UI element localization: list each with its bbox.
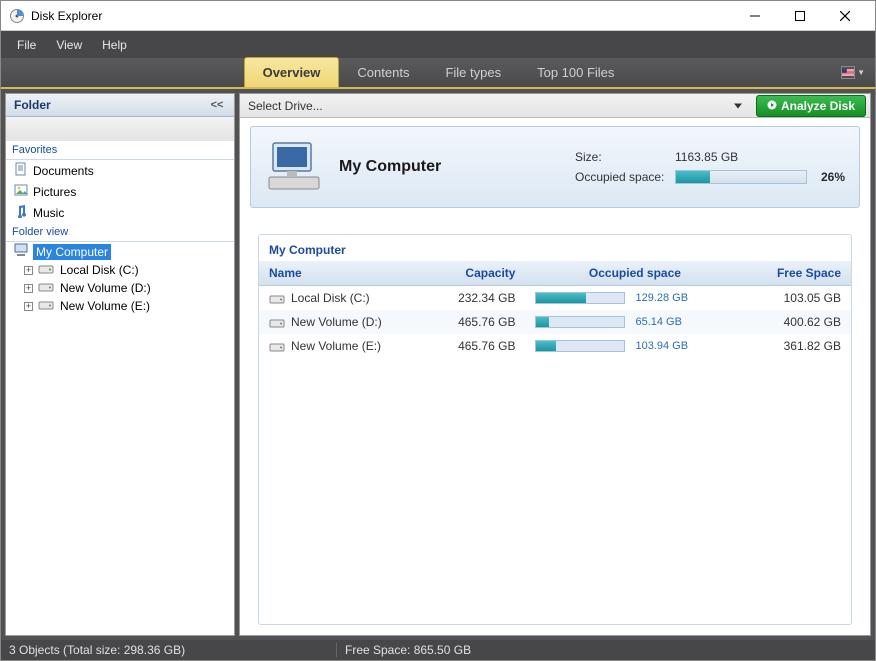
tree-d-label: New Volume (D:) [57,280,154,296]
tab-filetypes[interactable]: File types [427,58,519,87]
table-title: My Computer [259,235,851,261]
close-button[interactable] [822,2,867,30]
status-free: Free Space: 865.50 GB [336,643,479,657]
col-free[interactable]: Free Space [744,261,851,286]
col-occupied[interactable]: Occupied space [525,261,744,286]
select-drive-dropdown[interactable]: Select Drive... [240,99,752,113]
row-occupied-value: 65.14 GB [635,316,681,328]
menu-file[interactable]: File [7,34,46,56]
analyze-disk-label: Analyze Disk [781,99,855,113]
expander-icon[interactable]: + [24,266,33,275]
favorites-label: Favorites [6,141,234,160]
drive-icon [269,293,285,305]
summary-title: My Computer [339,158,575,176]
computer-large-icon [265,139,325,195]
occupied-progress: 26% [675,170,845,184]
tab-overview[interactable]: Overview [244,57,340,87]
favorite-documents-label: Documents [33,164,94,178]
tree-my-computer[interactable]: My Computer [6,242,234,261]
menu-view[interactable]: View [46,34,92,56]
row-free: 400.62 GB [744,310,851,334]
row-capacity: 465.76 GB [427,310,525,334]
row-capacity: 232.34 GB [427,286,525,311]
summary-stats: Size: 1163.85 GB Occupied space: 26% [575,150,845,184]
titlebar: Disk Explorer [1,1,875,31]
drivebar [6,117,234,141]
favorite-pictures[interactable]: Pictures [6,181,234,202]
drive-icon [269,317,285,329]
row-capacity: 465.76 GB [427,334,525,358]
tabbar: Overview Contents File types Top 100 Fil… [1,58,875,89]
app-title: Disk Explorer [31,9,732,23]
drives-table: Name Capacity Occupied space Free Space … [259,261,851,358]
table-row[interactable]: New Volume (E:) 465.76 GB 103.94 GB 361.82 … [259,334,851,358]
row-occupied-bar [535,316,625,328]
row-name: New Volume (E:) [291,339,381,353]
tree-my-computer-label: My Computer [33,244,111,260]
chevron-down-icon: ▼ [857,68,865,77]
drive-icon [38,281,54,296]
drive-icon [38,299,54,314]
tree-c-label: Local Disk (C:) [57,262,142,278]
sidebar-header-label: Folder [14,98,51,112]
tab-contents[interactable]: Contents [339,58,427,87]
size-value: 1163.85 GB [675,150,845,164]
music-icon [14,204,28,221]
analyze-disk-button[interactable]: Analyze Disk [756,95,866,117]
tab-topfiles[interactable]: Top 100 Files [519,58,632,87]
row-occupied-bar [535,340,625,352]
row-free: 361.82 GB [744,334,851,358]
table-row[interactable]: New Volume (D:) 465.76 GB 65.14 GB 400.62 G… [259,310,851,334]
row-occupied-value: 103.94 GB [635,340,688,352]
folderview-label: Folder view [6,223,234,242]
tree-new-volume-e[interactable]: + New Volume (E:) [6,297,234,315]
occupied-label: Occupied space: [575,170,675,184]
favorite-pictures-label: Pictures [33,185,76,199]
main-panel: Select Drive... Analyze Disk My Computer… [239,93,871,636]
row-name: Local Disk (C:) [291,291,370,305]
col-capacity[interactable]: Capacity [427,261,525,286]
menu-help[interactable]: Help [92,34,137,56]
row-name: New Volume (D:) [291,315,382,329]
row-occupied-bar [535,292,625,304]
menubar: File View Help [1,31,875,58]
status-objects: 3 Objects (Total size: 298.36 GB) [1,643,336,657]
sidebar: Folder << Favorites Documents Pictures M… [5,93,235,636]
language-flag-button[interactable]: ▼ [841,64,865,80]
favorite-music[interactable]: Music [6,202,234,223]
summary-panel: My Computer Size: 1163.85 GB Occupied sp… [250,126,860,208]
minimize-button[interactable] [732,2,777,30]
favorite-documents[interactable]: Documents [6,160,234,181]
expander-icon[interactable]: + [24,302,33,311]
picture-icon [14,183,28,200]
document-icon [14,162,28,179]
col-name[interactable]: Name [259,261,427,286]
row-free: 103.05 GB [744,286,851,311]
drive-icon [38,263,54,278]
sidebar-header: Folder << [6,94,234,117]
collapse-sidebar-icon[interactable]: << [208,99,226,111]
favorite-music-label: Music [33,206,64,220]
tree-new-volume-d[interactable]: + New Volume (D:) [6,279,234,297]
drive-toolbar: Select Drive... Analyze Disk [240,94,870,118]
table-row[interactable]: Local Disk (C:) 232.34 GB 129.28 GB 103.05 … [259,286,851,311]
row-occupied-value: 129.28 GB [635,292,688,304]
computer-icon [14,243,30,260]
app-icon [9,8,25,24]
tree-e-label: New Volume (E:) [57,298,153,314]
size-label: Size: [575,150,675,164]
occupied-percent: 26% [815,170,845,184]
drives-table-wrap: My Computer Name Capacity Occupied space… [258,234,852,625]
tree-local-disk-c[interactable]: + Local Disk (C:) [6,261,234,279]
statusbar: 3 Objects (Total size: 298.36 GB) Free S… [1,640,875,660]
drive-icon [269,341,285,353]
maximize-button[interactable] [777,2,822,30]
expander-icon[interactable]: + [24,284,33,293]
window-controls [732,2,867,30]
play-icon [767,99,777,113]
